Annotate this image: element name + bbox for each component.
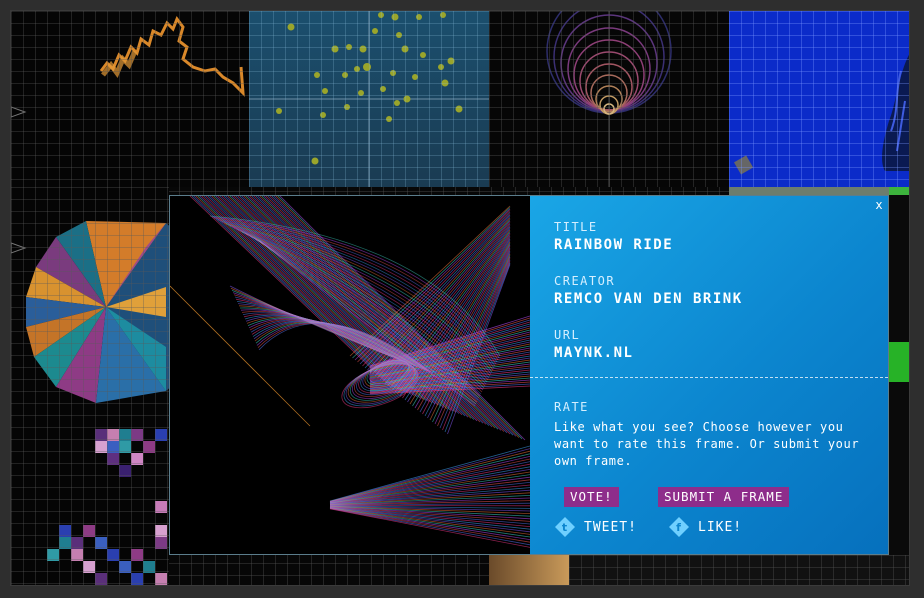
top-right-green-strip bbox=[729, 187, 889, 195]
creator-label: CREATOR bbox=[554, 274, 616, 288]
tweet-button[interactable]: t TWEET! bbox=[554, 516, 637, 538]
pie-tile[interactable] bbox=[11, 187, 169, 427]
tweet-label: TWEET! bbox=[584, 519, 637, 535]
dots-tile[interactable] bbox=[249, 11, 489, 187]
vote-button[interactable]: VOTE! bbox=[564, 487, 619, 507]
twitter-icon: t bbox=[555, 517, 575, 537]
frame-info-panel: x TITLE RAINBOW RIDE CREATOR REMCO VAN D… bbox=[530, 196, 888, 554]
title-label: TITLE bbox=[554, 220, 598, 234]
gallery-stage: x TITLE RAINBOW RIDE CREATOR REMCO VAN D… bbox=[10, 10, 910, 586]
svg-text:t: t bbox=[562, 521, 568, 534]
circles-tile[interactable] bbox=[489, 11, 729, 187]
squiggle-tile[interactable] bbox=[11, 11, 249, 187]
rate-description: Like what you see? Choose however you wa… bbox=[554, 420, 860, 468]
divider bbox=[530, 377, 888, 378]
pixels-tile[interactable] bbox=[11, 427, 169, 585]
right-tile-green[interactable] bbox=[889, 187, 909, 555]
bottom-tile-orange[interactable] bbox=[489, 555, 569, 585]
frame-artwork bbox=[170, 196, 530, 554]
like-button[interactable]: f LIKE! bbox=[668, 516, 742, 538]
creator-value: REMCO VAN DEN BRINK bbox=[554, 291, 743, 307]
close-icon[interactable]: x bbox=[872, 198, 886, 212]
title-value: RAINBOW RIDE bbox=[554, 237, 674, 253]
url-label: URL bbox=[554, 328, 581, 342]
frame-detail-modal: x TITLE RAINBOW RIDE CREATOR REMCO VAN D… bbox=[169, 195, 889, 555]
submit-frame-button[interactable]: SUBMIT A FRAME bbox=[658, 487, 790, 507]
url-value[interactable]: MAYNK.NL bbox=[554, 345, 633, 361]
svg-text:f: f bbox=[676, 521, 682, 534]
rate-label: RATE bbox=[554, 400, 589, 414]
bottom-tile-dark[interactable] bbox=[569, 555, 909, 585]
blue-tile[interactable] bbox=[729, 11, 909, 187]
like-label: LIKE! bbox=[698, 519, 743, 535]
rainbow-ride-art bbox=[170, 196, 530, 548]
facebook-icon: f bbox=[669, 517, 689, 537]
